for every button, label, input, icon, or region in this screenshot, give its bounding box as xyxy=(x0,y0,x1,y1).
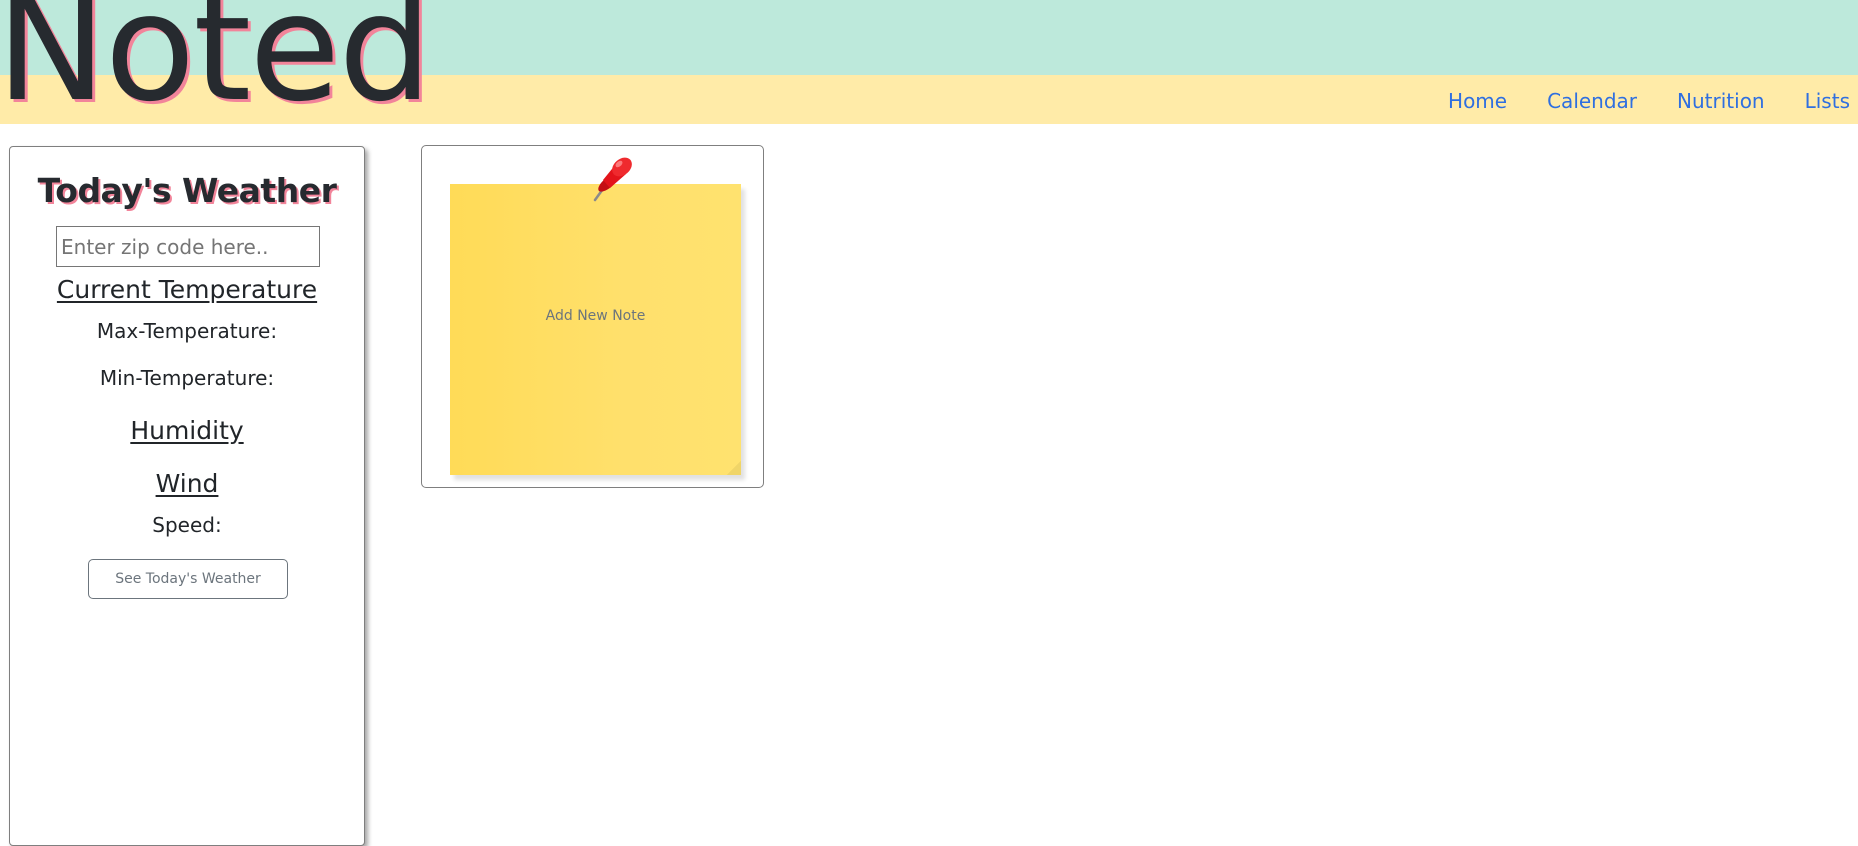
pushpin-icon xyxy=(593,157,632,202)
add-note-sticky[interactable]: Add New Note xyxy=(450,184,741,475)
main-nav: Home Calendar Nutrition Lists xyxy=(1448,88,1858,114)
header: Noted Home Calendar Nutrition Lists xyxy=(0,0,1858,124)
weather-title: Today's Weather xyxy=(37,171,337,210)
brand-logo[interactable]: Noted xyxy=(0,0,432,122)
nav-nutrition[interactable]: Nutrition xyxy=(1677,89,1765,113)
wind-heading: Wind xyxy=(155,469,219,498)
min-temperature-label: Min-Temperature: xyxy=(99,366,275,390)
wind-speed-label: Speed: xyxy=(152,513,222,537)
humidity-heading: Humidity xyxy=(130,416,244,445)
nav-lists[interactable]: Lists xyxy=(1805,89,1850,113)
weather-panel: Today's Weather Current Temperature Max-… xyxy=(9,146,365,846)
zip-code-input[interactable] xyxy=(56,226,320,267)
add-note-label: Add New Note xyxy=(545,308,646,324)
max-temperature-label: Max-Temperature: xyxy=(96,319,278,343)
nav-home[interactable]: Home xyxy=(1448,89,1507,113)
see-weather-button[interactable]: See Today's Weather xyxy=(88,559,288,599)
nav-calendar[interactable]: Calendar xyxy=(1547,89,1637,113)
note-card: Add New Note xyxy=(421,145,764,488)
current-temperature-heading: Current Temperature xyxy=(56,275,318,304)
